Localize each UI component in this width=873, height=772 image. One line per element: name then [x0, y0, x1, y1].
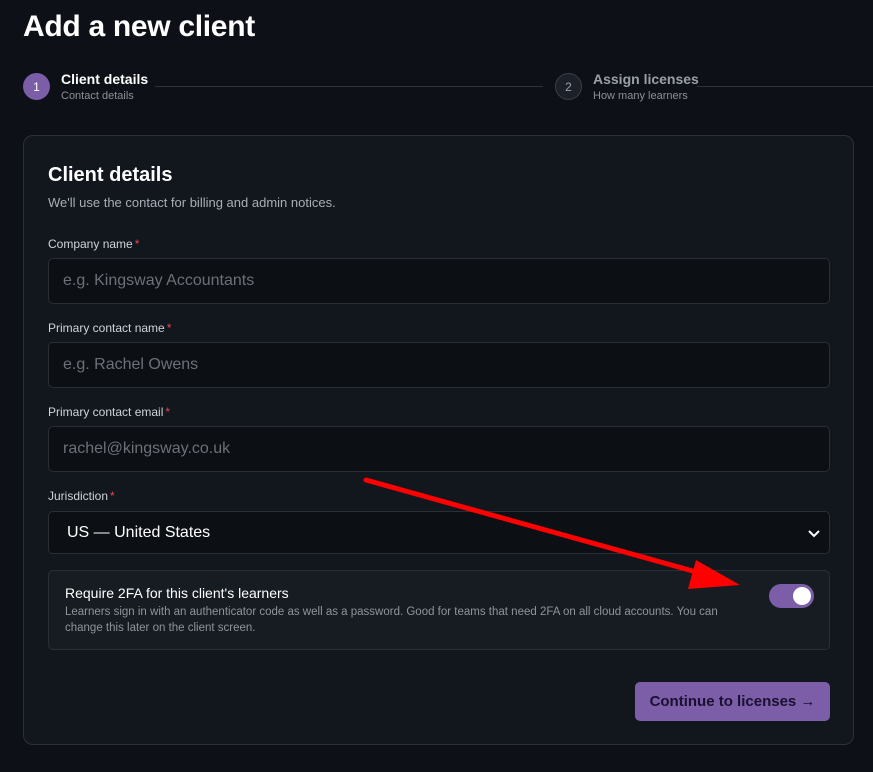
primary-contact-name-label: Primary contact name * — [48, 321, 171, 335]
card-subtitle: We'll use the contact for billing and ad… — [48, 195, 336, 210]
step-number-badge: 1 — [23, 73, 50, 101]
continue-to-licenses-button[interactable]: Continue to licenses → — [635, 682, 830, 721]
company-name-input[interactable] — [48, 258, 830, 304]
step-number-badge: 2 — [555, 73, 582, 101]
label-text: Primary contact email — [48, 405, 164, 419]
label-text: Primary contact name — [48, 321, 165, 335]
required-marker: * — [110, 489, 115, 503]
step-client-details[interactable]: 1 Client details Contact details — [23, 71, 148, 103]
step-subtitle: How many learners — [593, 89, 688, 102]
require-2fa-title: Require 2FA for this client's learners — [65, 585, 289, 601]
required-marker: * — [165, 405, 171, 419]
required-marker: * — [134, 237, 140, 251]
card-title: Client details — [48, 164, 173, 186]
required-marker: * — [166, 321, 172, 335]
client-details-card: Client details We'll use the contact for… — [23, 135, 854, 745]
label-text: Jurisdiction — [48, 489, 109, 503]
label-text: Company name — [48, 237, 133, 251]
page-title: Add a new client — [23, 10, 255, 43]
primary-contact-email-label: Primary contact email * — [48, 405, 170, 419]
jurisdiction-label: Jurisdiction * — [48, 489, 115, 503]
jurisdiction-selected-value: US — United States — [67, 523, 211, 541]
primary-contact-email-input[interactable] — [48, 426, 830, 472]
require-2fa-description: Learners sign in with an authenticator c… — [65, 606, 718, 634]
toggle-knob — [793, 587, 811, 605]
step-connector — [155, 86, 543, 87]
step-name: Assign licenses — [593, 71, 699, 87]
jurisdiction-select[interactable]: US — United States — [48, 511, 830, 554]
primary-contact-name-input[interactable] — [48, 342, 830, 388]
step-assign-licenses[interactable]: 2 Assign licenses How many learners — [555, 71, 699, 103]
step-connector — [697, 86, 873, 87]
require-2fa-panel: Require 2FA for this client's learners L… — [48, 570, 830, 650]
company-name-label: Company name * — [48, 237, 139, 251]
require-2fa-toggle[interactable] — [769, 584, 814, 608]
chevron-down-icon — [808, 529, 820, 537]
step-subtitle: Contact details — [61, 89, 134, 102]
step-name: Client details — [61, 71, 149, 87]
